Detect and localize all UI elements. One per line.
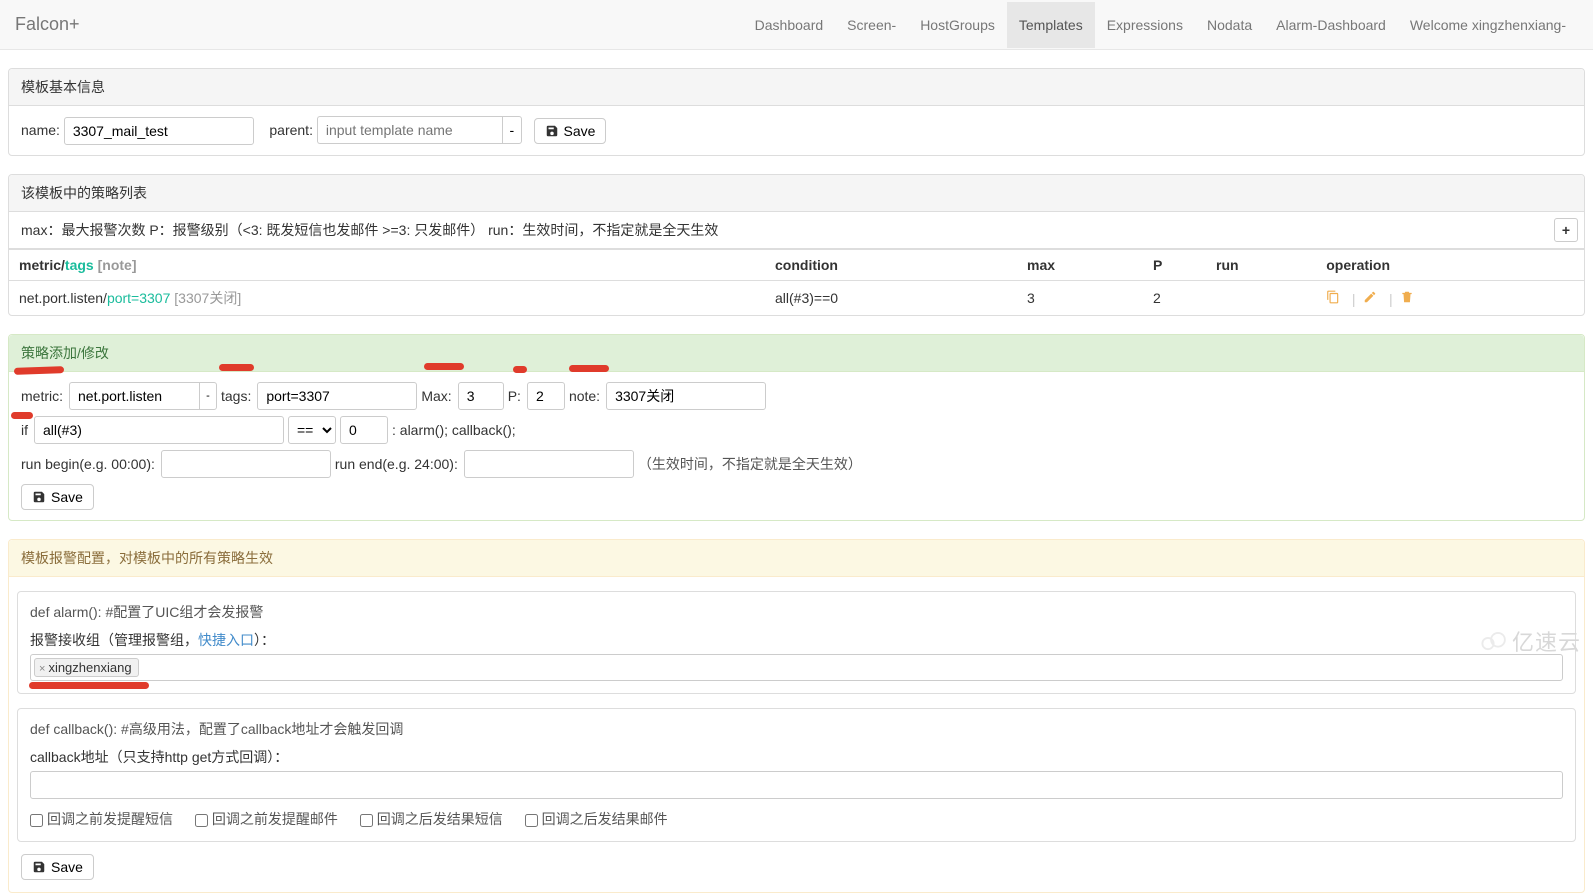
- nav-expressions[interactable]: Expressions: [1095, 2, 1195, 48]
- row-run: [1206, 281, 1316, 316]
- delete-icon[interactable]: [1400, 291, 1414, 307]
- parent-label: parent:: [269, 122, 313, 138]
- nav-hostgroups[interactable]: HostGroups: [908, 2, 1007, 48]
- metric-input[interactable]: [69, 382, 199, 410]
- panel-list-title: 该模板中的策略列表: [9, 175, 1584, 212]
- panel-alarm-title: 模板报警配置，对模板中的所有策略生效: [9, 540, 1584, 577]
- save-basic-label: Save: [564, 123, 596, 139]
- run-end-input[interactable]: [464, 450, 634, 478]
- p-label: P:: [508, 388, 521, 404]
- save-alarm-label: Save: [51, 859, 83, 875]
- save-alarm-button[interactable]: Save: [21, 854, 94, 880]
- row-operations: | |: [1316, 281, 1584, 316]
- recv-group-input[interactable]: xingzhenxiang: [30, 654, 1563, 681]
- nav-dashboard[interactable]: Dashboard: [743, 2, 836, 48]
- save-icon: [32, 860, 46, 874]
- op-select[interactable]: ==: [288, 416, 336, 444]
- strategy-table: metric/tags [note] condition max P run o…: [9, 249, 1584, 315]
- nav-links: Dashboard Screen- HostGroups Templates E…: [743, 2, 1578, 48]
- note-label: note:: [569, 388, 600, 404]
- row-metric: net.port.listen/: [19, 290, 107, 306]
- if-label: if: [21, 422, 28, 438]
- save-basic-button[interactable]: Save: [534, 118, 607, 144]
- row-condition: all(#3)==0: [765, 281, 1017, 316]
- cb-check-1[interactable]: [195, 814, 208, 827]
- tags-input[interactable]: [257, 382, 417, 410]
- save-icon: [32, 490, 46, 504]
- row-p: 2: [1143, 281, 1206, 316]
- metric-dropdown-toggle[interactable]: -: [199, 382, 217, 410]
- nav-alarm-dashboard[interactable]: Alarm-Dashboard: [1264, 2, 1398, 48]
- recv-group-token[interactable]: xingzhenxiang: [34, 658, 139, 677]
- callback-def: def callback(): #高级用法，配置了callback地址才会触发回…: [30, 719, 1563, 739]
- max-label: Max:: [421, 388, 451, 404]
- clone-icon[interactable]: [1326, 291, 1344, 307]
- tags-label: tags:: [221, 388, 251, 404]
- save-strategy-button[interactable]: Save: [21, 484, 94, 510]
- brand[interactable]: Falcon+: [15, 14, 80, 35]
- cb-check-2[interactable]: [360, 814, 373, 827]
- cb-opt-1[interactable]: 回调之前发提醒邮件: [195, 811, 338, 827]
- cb-opt-2[interactable]: 回调之后发结果短信: [360, 811, 503, 827]
- max-input[interactable]: [458, 382, 504, 410]
- top-navbar: Falcon+ Dashboard Screen- HostGroups Tem…: [0, 0, 1593, 50]
- cb-check-0[interactable]: [30, 814, 43, 827]
- row-tags: port=3307: [107, 290, 170, 306]
- legend-text: max：最大报警次数 P：报警级别（<3: 既发短信也发邮件 >=3: 只发邮件…: [21, 222, 718, 238]
- row-note: [3307关闭]: [174, 290, 241, 306]
- after-text: : alarm(); callback();: [392, 422, 516, 438]
- callback-url-input[interactable]: [30, 771, 1563, 799]
- callback-block: def callback(): #高级用法，配置了callback地址才会触发回…: [17, 708, 1576, 842]
- p-input[interactable]: [527, 382, 565, 410]
- nav-welcome-user[interactable]: Welcome xingzhenxiang-: [1398, 2, 1578, 48]
- cb-opt-3[interactable]: 回调之后发结果邮件: [525, 811, 668, 827]
- save-strategy-label: Save: [51, 489, 83, 505]
- cb-opt-0[interactable]: 回调之前发提醒短信: [30, 811, 173, 827]
- run-begin-label: run begin(e.g. 00:00):: [21, 456, 155, 472]
- uic-shortcut-link[interactable]: 快捷入口: [198, 632, 254, 648]
- row-max: 3: [1017, 281, 1143, 316]
- nav-screen[interactable]: Screen-: [835, 2, 908, 48]
- run-note: （生效时间，不指定就是全天生效）: [638, 454, 862, 474]
- threshold-input[interactable]: [340, 416, 388, 444]
- run-begin-input[interactable]: [161, 450, 331, 478]
- col-p: P: [1143, 250, 1206, 281]
- template-name-input[interactable]: [64, 117, 254, 145]
- nav-templates[interactable]: Templates: [1007, 2, 1095, 48]
- panel-basic-info: 模板基本信息 name: parent: - Save: [8, 68, 1585, 156]
- metric-label: metric:: [21, 388, 63, 404]
- col-max: max: [1017, 250, 1143, 281]
- add-strategy-button[interactable]: +: [1554, 218, 1578, 242]
- strategy-legend: max：最大报警次数 P：报警级别（<3: 既发短信也发邮件 >=3: 只发邮件…: [9, 212, 1584, 249]
- parent-dropdown-toggle[interactable]: -: [502, 116, 522, 144]
- alarm-def: def alarm(): #配置了UIC组才会发报警: [30, 602, 1563, 622]
- edit-icon[interactable]: [1363, 291, 1381, 307]
- panel-alarm-config: 模板报警配置，对模板中的所有策略生效 def alarm(): #配置了UIC组…: [8, 539, 1585, 893]
- col-metric: metric/tags [note]: [9, 250, 765, 281]
- recv-label-row: 报警接收组（管理报警组，快捷入口）：: [30, 630, 1563, 650]
- col-run: run: [1206, 250, 1316, 281]
- panel-strategy-edit: 策略添加/修改 metric: - tags: Max: P:: [8, 334, 1585, 521]
- parent-input[interactable]: [317, 116, 502, 144]
- nav-nodata[interactable]: Nodata: [1195, 2, 1264, 48]
- callback-options: 回调之前发提醒短信 回调之前发提醒邮件 回调之后发结果短信 回调之后发结果邮件: [30, 809, 1563, 829]
- name-label: name:: [21, 122, 60, 138]
- alarm-block: def alarm(): #配置了UIC组才会发报警 报警接收组（管理报警组，快…: [17, 591, 1576, 694]
- run-end-label: run end(e.g. 24:00):: [335, 456, 458, 472]
- table-header-row: metric/tags [note] condition max P run o…: [9, 250, 1584, 281]
- if-func-input[interactable]: [34, 416, 284, 444]
- note-input[interactable]: [606, 382, 766, 410]
- table-row: net.port.listen/port=3307 [3307关闭] all(#…: [9, 281, 1584, 316]
- col-condition: condition: [765, 250, 1017, 281]
- panel-basic-title: 模板基本信息: [9, 69, 1584, 106]
- callback-label: callback地址（只支持http get方式回调）：: [30, 747, 1563, 767]
- col-operation: operation: [1316, 250, 1584, 281]
- panel-strategy-list: 该模板中的策略列表 max：最大报警次数 P：报警级别（<3: 既发短信也发邮件…: [8, 174, 1585, 316]
- save-icon: [545, 124, 559, 138]
- cb-check-3[interactable]: [525, 814, 538, 827]
